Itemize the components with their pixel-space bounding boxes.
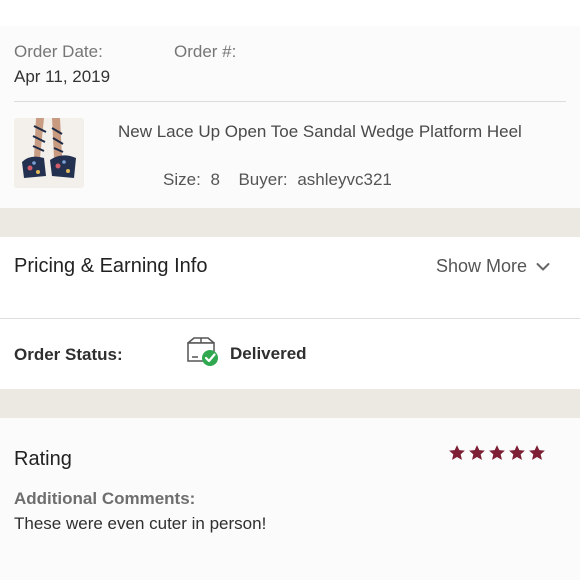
chevron-down-icon [536, 263, 550, 271]
rating-title: Rating [14, 448, 72, 470]
star-rating [448, 444, 548, 466]
show-more-button[interactable]: Show More [436, 256, 550, 277]
size-value: 8 [210, 170, 220, 189]
star-icon [529, 445, 545, 460]
section-separator [0, 208, 580, 237]
order-status-label: Order Status: [14, 345, 123, 364]
package-delivered-icon [187, 337, 218, 366]
additional-comments-text: These were even cuter in person! [14, 514, 267, 533]
rating-card: Rating Additional Comments: These were e… [0, 418, 580, 580]
buyer-label: Buyer: [238, 170, 288, 189]
top-spacer [0, 0, 580, 26]
order-date-label: Order Date: [14, 42, 103, 61]
wedge-sandal-photo-icon [14, 118, 84, 188]
product-thumbnail[interactable] [14, 118, 84, 188]
size-label: Size: [163, 170, 201, 189]
show-more-label: Show More [436, 256, 528, 276]
pricing-earning-card: Pricing & Earning Info Show More [0, 237, 580, 319]
order-status-value: Delivered [230, 344, 307, 363]
pricing-title: Pricing & Earning Info [14, 255, 208, 277]
order-number-label: Order #: [174, 42, 237, 61]
star-icon [509, 445, 525, 460]
star-icon [489, 445, 505, 460]
buyer-username[interactable]: ashleyvc321 [297, 170, 392, 190]
additional-comments-label: Additional Comments: [14, 489, 196, 508]
product-title[interactable]: New Lace Up Open Toe Sandal Wedge Platfo… [118, 119, 558, 144]
star-icon [449, 445, 465, 460]
product-meta: Size: 8 Buyer: ashleyvc321 [163, 170, 392, 190]
order-status-card: Order Status: Delivered [0, 320, 580, 389]
order-summary-card: Order Date: Order #: Apr 11, 2019 New La… [0, 26, 580, 208]
star-icon [469, 445, 485, 460]
order-date-value: Apr 11, 2019 [14, 67, 111, 86]
section-separator [0, 389, 580, 418]
divider [14, 101, 566, 102]
